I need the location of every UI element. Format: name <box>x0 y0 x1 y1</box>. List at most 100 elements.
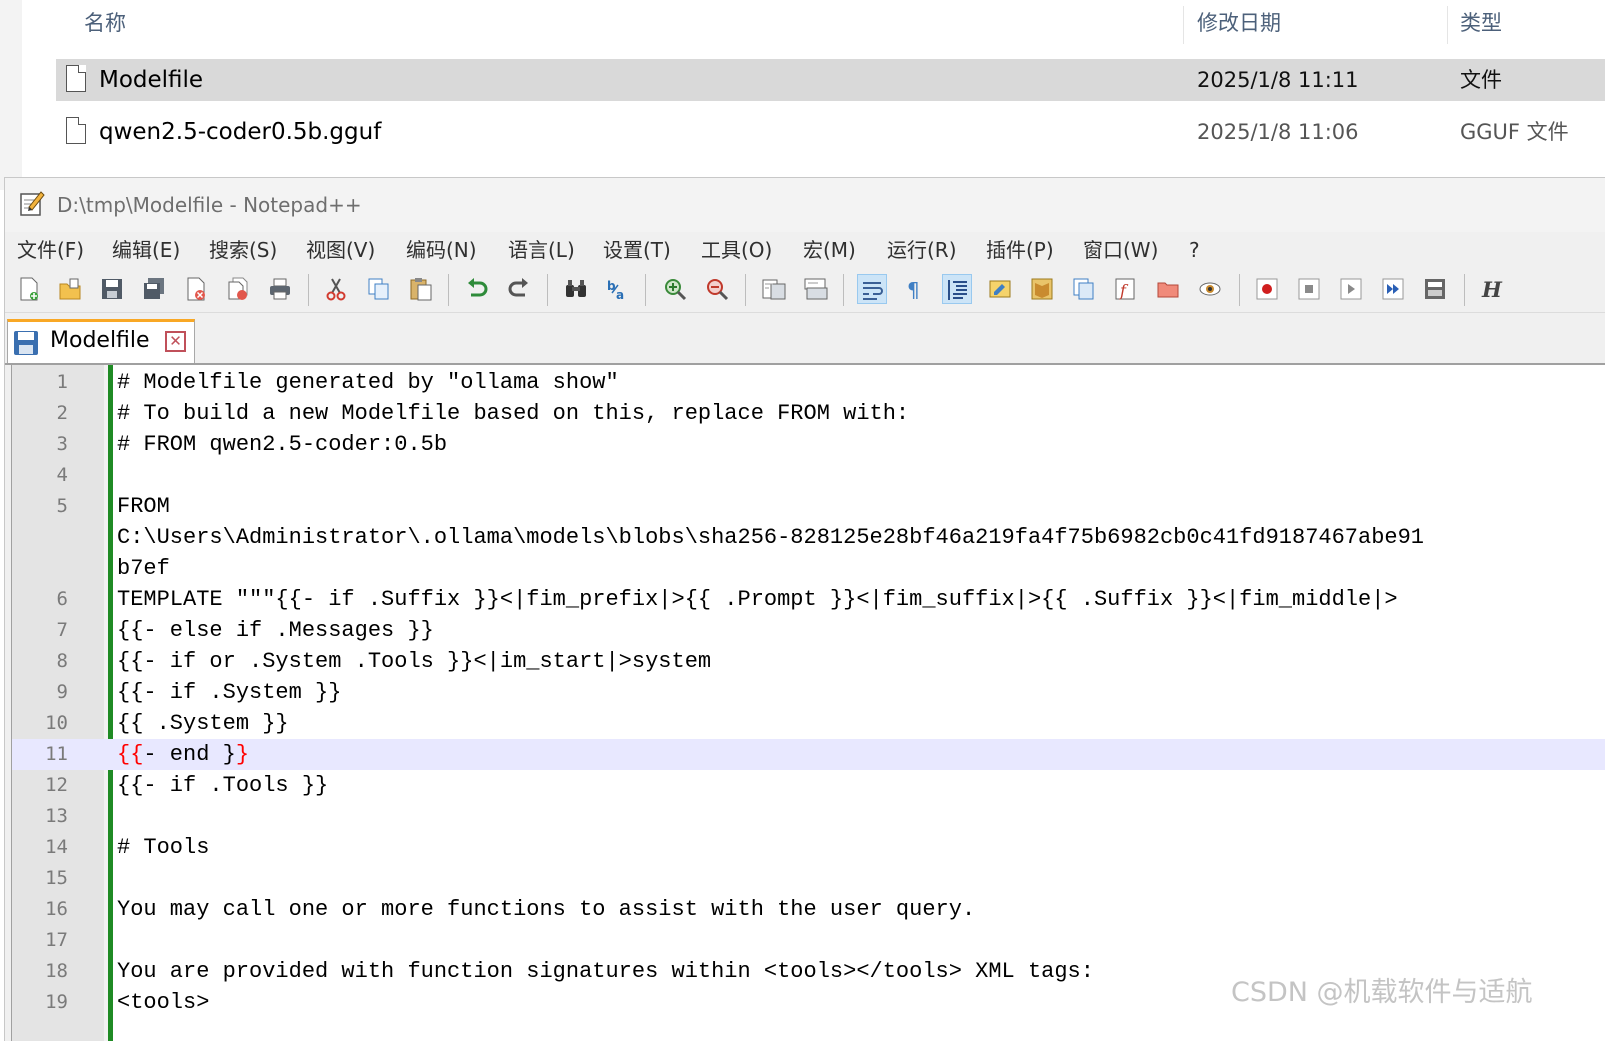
run-macro-multiple-icon[interactable] <box>1378 274 1408 304</box>
menu-settings[interactable]: 设置(T) <box>603 232 671 268</box>
save-all-icon[interactable] <box>139 274 169 304</box>
file-row-modelfile[interactable]: Modelfile 2025/1/8 11:11 文件 <box>56 59 1605 101</box>
code-line[interactable]: 8 {{- if or .System .Tools }}<|im_start|>… <box>12 646 1605 677</box>
close-all-icon[interactable] <box>223 274 253 304</box>
menu-edit[interactable]: 编辑(E) <box>112 232 180 268</box>
menu-window[interactable]: 窗口(W) <box>1083 232 1158 268</box>
tab-modelfile[interactable]: Modelfile ✕ <box>7 319 195 363</box>
menu-view[interactable]: 视图(V) <box>306 232 375 268</box>
menu-help[interactable]: ? <box>1189 232 1200 268</box>
svg-text:H: H <box>1481 277 1503 301</box>
column-header-type[interactable]: 类型 <box>1460 0 1502 46</box>
play-macro-icon[interactable] <box>1336 274 1366 304</box>
sync-horizontal-icon[interactable] <box>801 274 831 304</box>
code-line[interactable]: 10 {{ .System }} <box>12 708 1605 739</box>
line-text: {{- if or .System .Tools }}<|im_start|>s… <box>117 649 712 674</box>
code-line[interactable]: 17 <box>12 925 1605 956</box>
folder-workspace-icon[interactable] <box>1153 274 1183 304</box>
function-list-icon[interactable]: f <box>1111 274 1141 304</box>
line-text: {{- end }} <box>117 739 249 770</box>
line-text: <tools> <box>117 990 210 1015</box>
menu-language[interactable]: 语言(L) <box>508 232 575 268</box>
file-date: 2025/1/8 11:06 <box>1197 120 1359 144</box>
saved-file-icon <box>14 331 38 355</box>
toolbar-separator <box>448 274 449 306</box>
indent-guide-icon[interactable] <box>942 274 972 304</box>
paste-icon[interactable] <box>406 274 436 304</box>
menu-encoding[interactable]: 编码(N) <box>406 232 477 268</box>
file-row-gguf[interactable]: qwen2.5-coder0.5b.gguf 2025/1/8 11:06 GG… <box>56 111 1605 153</box>
current-line[interactable]: 11 {{- end }} <box>12 739 1605 770</box>
menu-file[interactable]: 文件(F) <box>17 232 84 268</box>
column-header-name[interactable]: 名称 <box>84 0 126 46</box>
zoom-out-icon[interactable] <box>702 274 732 304</box>
undo-icon[interactable] <box>462 274 492 304</box>
editor-pane[interactable]: 1 # Modelfile generated by "ollama show" … <box>11 365 1605 1041</box>
file-type: 文件 <box>1460 68 1502 92</box>
line-text: # Tools <box>117 835 210 860</box>
code-line-wrapped[interactable]: b7ef <box>12 553 1605 584</box>
code-line[interactable]: 12 {{- if .Tools }} <box>12 770 1605 801</box>
column-divider[interactable] <box>1447 6 1448 44</box>
user-language-icon[interactable] <box>985 274 1015 304</box>
open-file-icon[interactable] <box>55 274 85 304</box>
code-line[interactable]: 13 <box>12 801 1605 832</box>
copy-icon[interactable] <box>364 274 394 304</box>
code-lines[interactable]: 1 # Modelfile generated by "ollama show" … <box>12 367 1605 1018</box>
toolbar: ba ¶ f H <box>5 268 1605 313</box>
file-type: GGUF 文件 <box>1460 120 1569 144</box>
save-icon[interactable] <box>97 274 127 304</box>
print-icon[interactable] <box>265 274 295 304</box>
code-line[interactable]: 16 You may call one or more functions to … <box>12 894 1605 925</box>
code-line[interactable]: 15 <box>12 863 1605 894</box>
menu-plugins[interactable]: 插件(P) <box>986 232 1054 268</box>
code-line[interactable]: 3 # FROM qwen2.5-coder:0.5b <box>12 429 1605 460</box>
line-text-body: - end } <box>143 742 236 767</box>
new-file-icon[interactable] <box>14 274 44 304</box>
title-bar[interactable]: D:\tmp\Modelfile - Notepad++ <box>5 178 1605 232</box>
tab-close-icon[interactable]: ✕ <box>165 331 186 352</box>
column-divider[interactable] <box>1183 6 1184 44</box>
close-file-icon[interactable] <box>181 274 211 304</box>
stop-macro-icon[interactable] <box>1294 274 1324 304</box>
code-line[interactable]: 4 <box>12 460 1605 491</box>
line-text: {{ .System }} <box>117 711 289 736</box>
column-header-date[interactable]: 修改日期 <box>1197 0 1281 46</box>
code-line[interactable]: 1 # Modelfile generated by "ollama show" <box>12 367 1605 398</box>
replace-icon[interactable]: ba <box>603 274 633 304</box>
line-number: 16 <box>45 898 68 920</box>
line-number: 19 <box>45 991 68 1013</box>
record-macro-icon[interactable] <box>1252 274 1282 304</box>
word-wrap-icon[interactable] <box>857 274 887 304</box>
code-line[interactable]: 2 # To build a new Modelfile based on thi… <box>12 398 1605 429</box>
doc-list-icon[interactable] <box>1069 274 1099 304</box>
find-icon[interactable] <box>561 274 591 304</box>
code-line[interactable]: 14 # Tools <box>12 832 1605 863</box>
code-line-wrapped[interactable]: C:\Users\Administrator\.ollama\models\bl… <box>12 522 1605 553</box>
notepadpp-window: D:\tmp\Modelfile - Notepad++ 文件(F) 编辑(E)… <box>4 177 1605 1041</box>
save-macro-icon[interactable] <box>1420 274 1450 304</box>
doc-map-icon[interactable] <box>1027 274 1057 304</box>
sync-vertical-icon[interactable] <box>759 274 789 304</box>
zoom-in-icon[interactable] <box>660 274 690 304</box>
toolbar-separator <box>1464 274 1465 306</box>
monitoring-eye-icon[interactable] <box>1195 274 1225 304</box>
code-line[interactable]: 6 TEMPLATE """{{- if .Suffix }}<|fim_pref… <box>12 584 1605 615</box>
show-all-chars-icon[interactable]: ¶ <box>900 274 930 304</box>
cut-icon[interactable] <box>321 274 351 304</box>
menu-macro[interactable]: 宏(M) <box>803 232 856 268</box>
menu-tools[interactable]: 工具(O) <box>701 232 772 268</box>
code-line[interactable]: 9 {{- if .System }} <box>12 677 1605 708</box>
bold-h-icon[interactable]: H <box>1477 274 1507 304</box>
file-name: Modelfile <box>99 67 204 93</box>
svg-text:b: b <box>607 279 616 293</box>
menu-search[interactable]: 搜索(S) <box>209 232 277 268</box>
toolbar-separator <box>645 274 646 306</box>
menu-run[interactable]: 运行(R) <box>887 232 957 268</box>
code-line[interactable]: 7 {{- else if .Messages }} <box>12 615 1605 646</box>
file-explorer: 名称 修改日期 类型 Modelfile 2025/1/8 11:11 文件 q… <box>0 0 1605 190</box>
file-name: qwen2.5-coder0.5b.gguf <box>99 119 382 145</box>
code-line[interactable]: 5 FROM <box>12 491 1605 522</box>
redo-icon[interactable] <box>504 274 534 304</box>
line-number: 8 <box>56 650 68 672</box>
